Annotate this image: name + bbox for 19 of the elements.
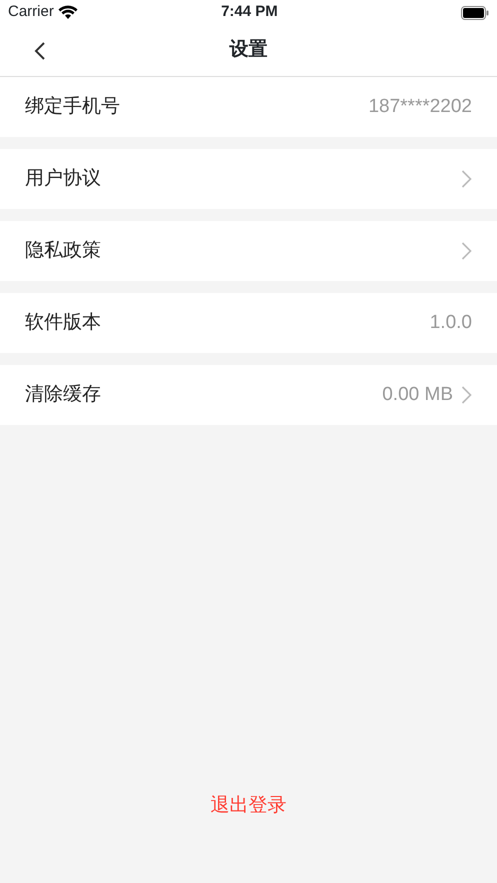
settings-row[interactable]: 隐私政策 [0, 221, 497, 281]
wifi-icon [58, 5, 78, 20]
row-value: 0.00 MB [382, 382, 453, 407]
back-icon[interactable] [34, 41, 46, 61]
row-value: 187****2202 [368, 94, 472, 119]
row-value: 1.0.0 [430, 310, 472, 335]
settings-row[interactable]: 软件版本 1.0.0 [0, 293, 497, 353]
carrier-name: Carrier [8, 2, 54, 22]
battery-icon [460, 6, 489, 20]
row-label: 清除缓存 [25, 382, 101, 407]
row-label: 用户协议 [25, 166, 101, 191]
status-time: 7:44 PM [221, 2, 279, 22]
settings-row[interactable]: 清除缓存 0.00 MB [0, 365, 497, 425]
settings-row[interactable]: 用户协议 [0, 149, 497, 209]
row-label: 软件版本 [25, 310, 101, 335]
row-label: 隐私政策 [25, 238, 101, 263]
row-label: 绑定手机号 [25, 94, 120, 119]
page-title: 设置 [230, 38, 268, 62]
settings-row[interactable]: 绑定手机号 187****2202 [0, 77, 497, 137]
